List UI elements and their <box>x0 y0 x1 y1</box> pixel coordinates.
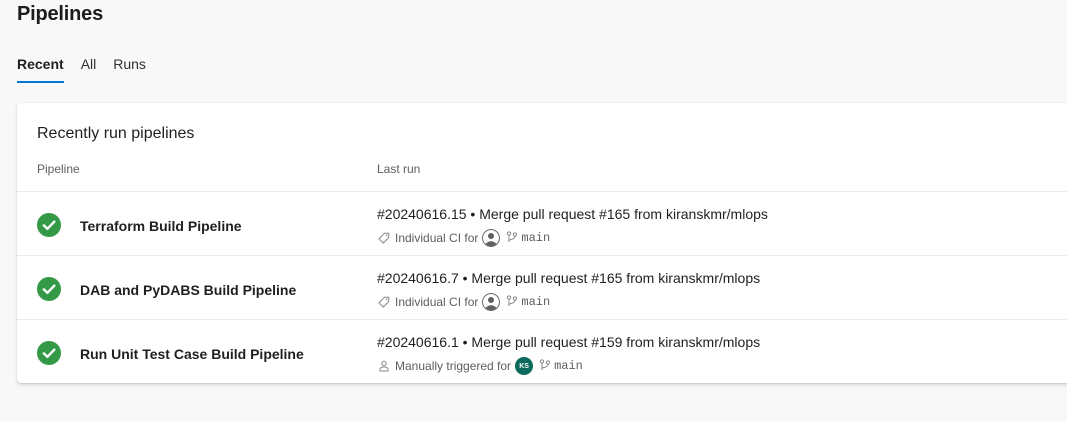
run-title[interactable]: #20240616.15 • Merge pull request #165 f… <box>377 206 768 222</box>
branch-icon <box>539 359 551 373</box>
page-title: Pipelines <box>17 3 104 25</box>
user-avatar-icon <box>482 229 501 247</box>
run-title[interactable]: #20240616.7 • Merge pull request #165 fr… <box>377 270 760 286</box>
run-meta: Individual CI for main <box>377 293 550 311</box>
check-circle-icon <box>37 341 61 365</box>
branch-name: main <box>521 295 551 309</box>
pipeline-row[interactable]: DAB and PyDABS Build Pipeline #20240616.… <box>17 256 1067 320</box>
branch-name: main <box>554 359 583 373</box>
tab-bar: Recent All Runs <box>17 56 163 83</box>
branch-name: main <box>521 231 551 245</box>
recent-pipelines-card: Recently run pipelines Pipeline Last run… <box>17 103 1067 383</box>
tab-runs[interactable]: Runs <box>113 56 146 83</box>
tag-icon <box>377 295 391 309</box>
pipeline-name[interactable]: Terraform Build Pipeline <box>80 218 242 234</box>
branch-icon <box>506 231 518 245</box>
user-avatar: KS <box>515 357 534 375</box>
run-title[interactable]: #20240616.1 • Merge pull request #159 fr… <box>377 334 760 350</box>
branch-icon <box>506 295 518 309</box>
column-header-pipeline: Pipeline <box>37 162 80 176</box>
run-meta: Individual CI for main <box>377 229 550 247</box>
user-avatar-icon <box>482 293 501 311</box>
pipeline-name[interactable]: DAB and PyDABS Build Pipeline <box>80 282 296 298</box>
check-circle-icon <box>37 213 61 237</box>
check-circle-icon <box>37 277 61 301</box>
person-icon <box>377 359 391 373</box>
run-meta: Manually triggered for KS main <box>377 357 583 375</box>
pipeline-row[interactable]: Terraform Build Pipeline #20240616.15 • … <box>17 192 1067 256</box>
card-title: Recently run pipelines <box>37 125 195 142</box>
tab-recent[interactable]: Recent <box>17 56 64 83</box>
trigger-text: Individual CI for <box>395 295 479 309</box>
column-header-last-run: Last run <box>377 162 421 176</box>
tag-icon <box>377 231 391 245</box>
pipeline-name[interactable]: Run Unit Test Case Build Pipeline <box>80 346 304 362</box>
trigger-text: Individual CI for <box>395 231 479 245</box>
trigger-text: Manually triggered for <box>395 359 512 373</box>
pipeline-row[interactable]: Run Unit Test Case Build Pipeline #20240… <box>17 320 1067 384</box>
tab-all[interactable]: All <box>81 56 97 83</box>
